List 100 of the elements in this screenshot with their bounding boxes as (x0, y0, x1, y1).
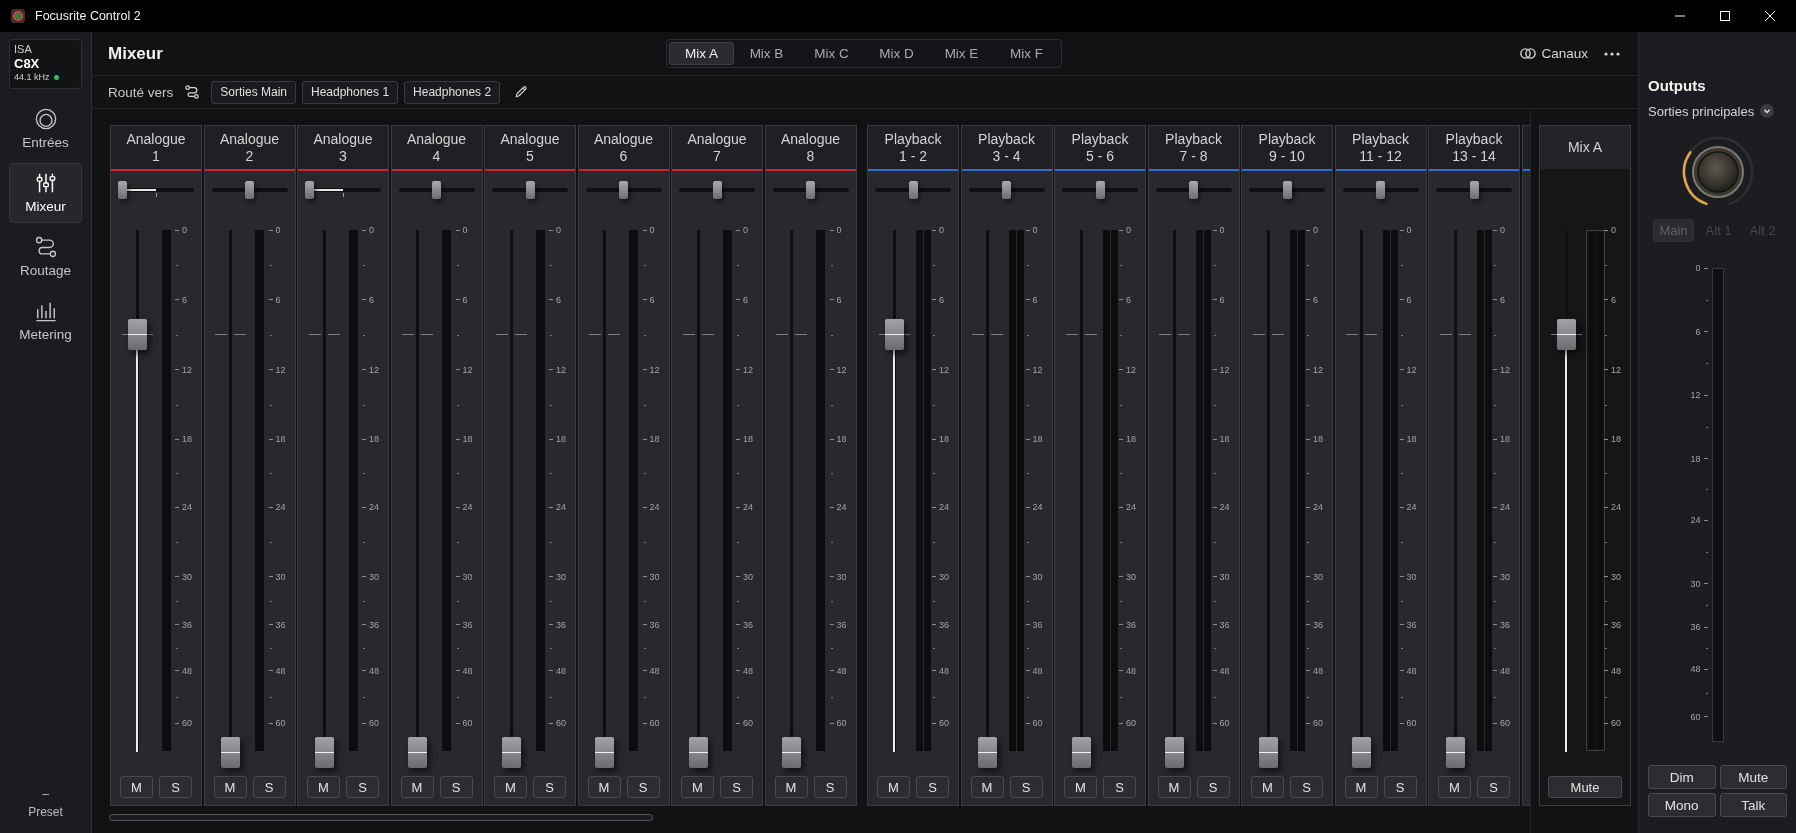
fader-thumb[interactable] (1352, 736, 1371, 768)
nav-item[interactable]: Routage (9, 227, 82, 287)
pan-thumb[interactable] (619, 180, 628, 199)
s-button[interactable]: S (1383, 776, 1417, 798)
s-button[interactable]: S (720, 776, 753, 798)
pan-slider[interactable] (1155, 180, 1232, 199)
nav-item[interactable]: Metering (9, 291, 82, 351)
nav-item[interactable]: Mixeur (9, 163, 82, 223)
fader-thumb[interactable] (1165, 736, 1184, 768)
s-button[interactable]: S (346, 776, 379, 798)
pan-slider[interactable] (585, 180, 662, 199)
m-button[interactable]: M (1251, 776, 1284, 798)
monitor-button[interactable]: Mono (1648, 793, 1716, 817)
pan-thumb[interactable] (806, 180, 815, 199)
m-button[interactable]: M (774, 776, 808, 798)
pan-thumb[interactable] (1282, 180, 1292, 199)
fader-thumb[interactable] (1445, 736, 1465, 768)
pan-slider[interactable] (679, 180, 755, 199)
fader-thumb[interactable] (688, 736, 708, 768)
maximize-icon[interactable] (1720, 11, 1730, 21)
fader-thumb[interactable] (1258, 736, 1278, 768)
m-button[interactable]: M (877, 776, 910, 798)
s-button[interactable]: S (916, 776, 949, 798)
s-button[interactable]: S (1290, 776, 1323, 798)
pan-slider[interactable] (968, 180, 1045, 199)
mix-tab[interactable]: Mix D (864, 42, 929, 65)
m-button[interactable]: M (970, 776, 1004, 798)
m-button[interactable]: M (587, 776, 621, 798)
pan-slider[interactable] (772, 180, 849, 199)
mix-mute-button[interactable]: Mute (1548, 776, 1622, 798)
pan-thumb[interactable] (305, 180, 314, 199)
m-button[interactable]: M (213, 776, 247, 798)
pan-thumb[interactable] (1376, 180, 1385, 199)
s-button[interactable]: S (159, 776, 192, 798)
fader-thumb[interactable] (595, 736, 614, 768)
pan-slider[interactable] (1062, 180, 1138, 199)
fader-thumb[interactable] (127, 318, 147, 350)
fader-thumb[interactable] (1071, 736, 1091, 768)
more-icon[interactable] (1604, 51, 1620, 56)
close-icon[interactable] (1765, 11, 1775, 21)
fader-thumb[interactable] (978, 736, 997, 768)
s-button[interactable]: S (626, 776, 660, 798)
s-button[interactable]: S (533, 776, 566, 798)
m-button[interactable]: M (1064, 776, 1097, 798)
pan-slider[interactable] (1436, 180, 1512, 199)
output-selector[interactable]: Sorties principales (1648, 101, 1787, 121)
s-button[interactable]: S (1196, 776, 1230, 798)
m-button[interactable]: M (307, 776, 340, 798)
m-button[interactable]: M (681, 776, 714, 798)
mix-tab[interactable]: Mix B (734, 42, 799, 65)
m-button[interactable]: M (1157, 776, 1191, 798)
fader-thumb[interactable] (884, 318, 904, 350)
pan-slider[interactable] (305, 180, 381, 199)
s-button[interactable]: S (1103, 776, 1136, 798)
destination-chip[interactable]: Headphones 1 (302, 80, 399, 104)
s-button[interactable]: S (439, 776, 473, 798)
pan-slider[interactable] (211, 180, 288, 199)
pan-thumb[interactable] (1189, 180, 1198, 199)
m-button[interactable]: M (1344, 776, 1378, 798)
fader-thumb[interactable] (221, 736, 240, 768)
fader-thumb[interactable] (782, 736, 801, 768)
pan-thumb[interactable] (712, 180, 722, 199)
m-button[interactable]: M (1438, 776, 1471, 798)
pan-thumb[interactable] (908, 180, 918, 199)
mix-tab[interactable]: Mix F (994, 42, 1059, 65)
pencil-icon[interactable] (514, 85, 529, 99)
pan-slider[interactable] (492, 180, 568, 199)
monitor-button[interactable]: Talk (1719, 793, 1787, 817)
channels-button[interactable]: Canaux (1520, 46, 1588, 61)
pan-thumb[interactable] (245, 180, 254, 199)
scrollbar-thumb[interactable] (109, 814, 653, 821)
s-button[interactable]: S (1009, 776, 1043, 798)
mix-tab[interactable]: Mix C (799, 42, 864, 65)
destination-chip[interactable]: Headphones 2 (404, 80, 501, 104)
pan-slider[interactable] (875, 180, 951, 199)
monitor-button[interactable]: Dim (1648, 765, 1716, 789)
pan-thumb[interactable] (1095, 180, 1105, 199)
preset-selector[interactable]: – Preset (28, 785, 63, 821)
pan-thumb[interactable] (432, 180, 441, 199)
fader-thumb[interactable] (314, 736, 334, 768)
pan-thumb[interactable] (1002, 180, 1011, 199)
pan-thumb[interactable] (1469, 180, 1479, 199)
fader-thumb[interactable] (408, 736, 427, 768)
monitor-button[interactable]: Mute (1719, 765, 1787, 789)
pan-slider[interactable] (118, 180, 194, 199)
pan-slider[interactable] (1249, 180, 1325, 199)
pan-slider[interactable] (1342, 180, 1419, 199)
mix-tab[interactable]: Mix A (669, 42, 734, 65)
m-button[interactable]: M (400, 776, 434, 798)
nav-item[interactable]: Entrées (9, 99, 82, 159)
s-button[interactable]: S (1477, 776, 1510, 798)
pan-thumb[interactable] (525, 180, 535, 199)
pan-thumb[interactable] (118, 180, 127, 199)
s-button[interactable]: S (252, 776, 286, 798)
fader-thumb[interactable] (1556, 318, 1576, 350)
s-button[interactable]: S (813, 776, 847, 798)
m-button[interactable]: M (120, 776, 153, 798)
fader-thumb[interactable] (501, 736, 521, 768)
mix-tab[interactable]: Mix E (929, 42, 994, 65)
pan-slider[interactable] (398, 180, 475, 199)
